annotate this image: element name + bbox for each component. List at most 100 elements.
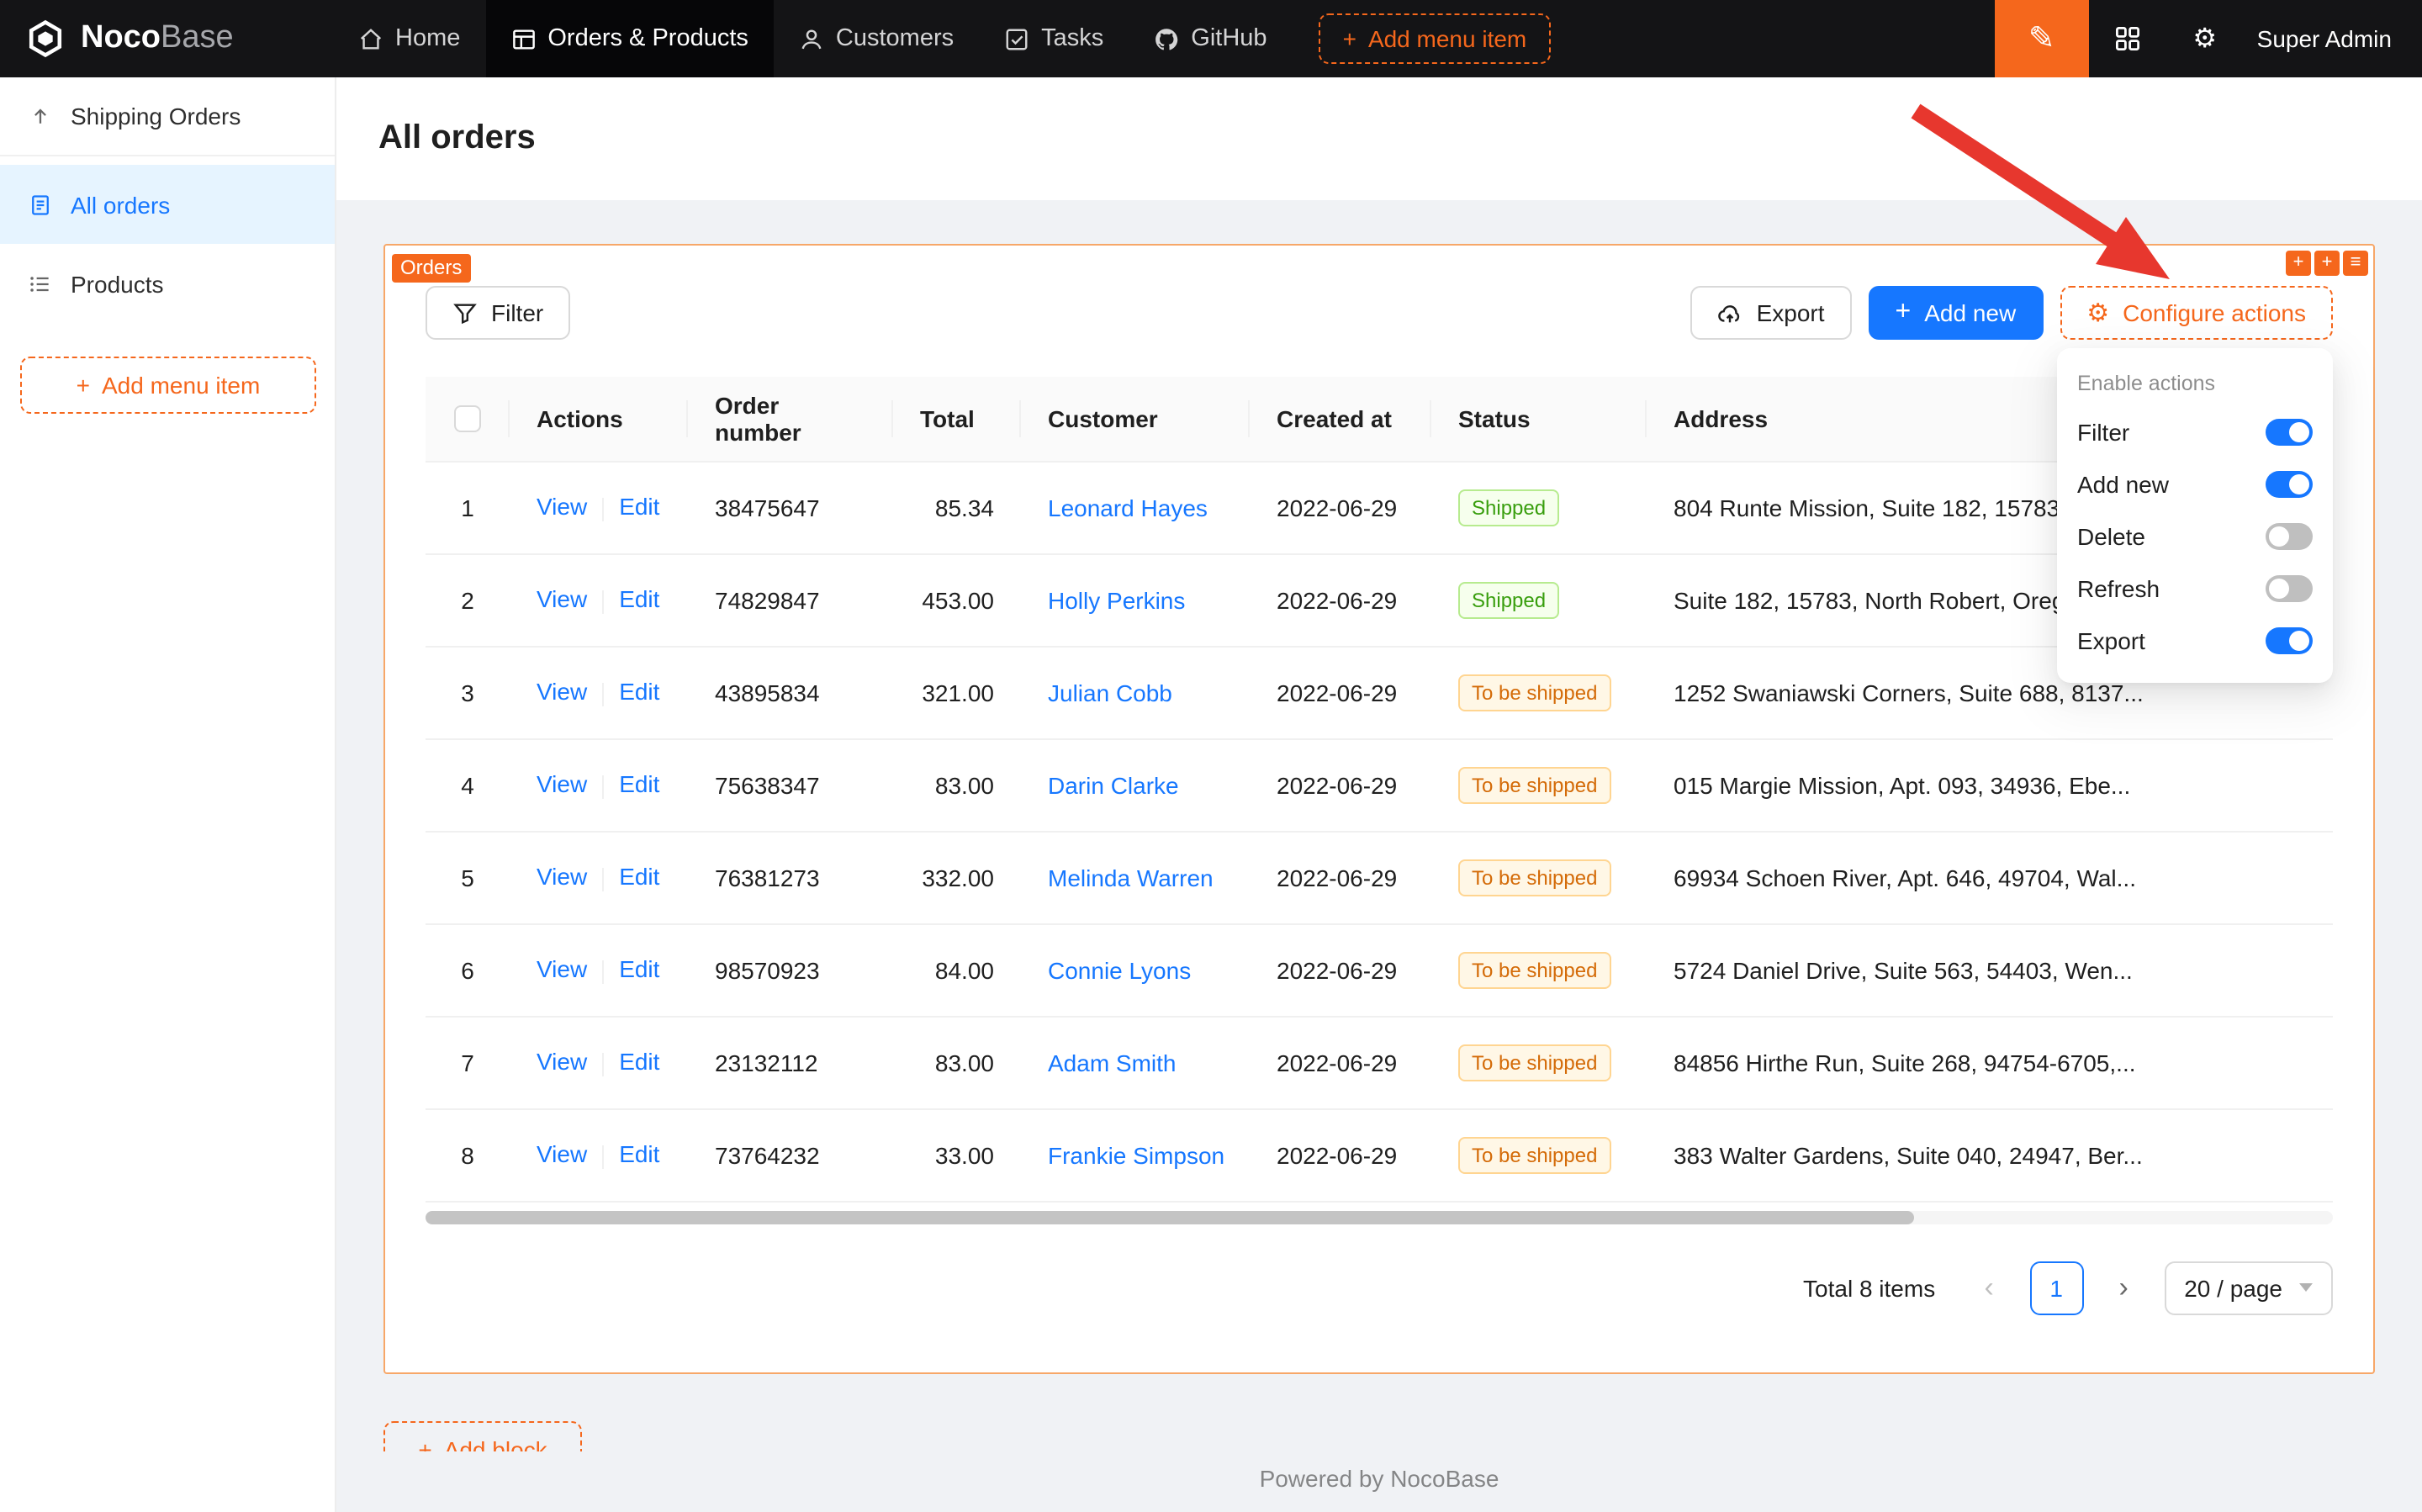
customer-link[interactable]: Holly Perkins <box>1048 586 1185 613</box>
enable-actions-dropdown: Enable actions Filter Add new Delete <box>2057 348 2333 683</box>
view-link[interactable]: View <box>537 1049 587 1076</box>
total-cell: 84.00 <box>893 923 1021 1016</box>
scrollbar-thumb[interactable] <box>426 1210 1913 1224</box>
row-index[interactable]: 7 <box>426 1016 510 1108</box>
sidebar-item-products[interactable]: Products <box>0 244 335 323</box>
row-index[interactable]: 2 <box>426 553 510 646</box>
nav-item-home[interactable]: Home <box>333 0 485 77</box>
nav-item-label: Home <box>395 25 460 52</box>
edit-link[interactable]: Edit <box>619 771 659 798</box>
status-cell: To be shipped <box>1431 738 1647 831</box>
nav-item-tasks[interactable]: Tasks <box>979 0 1129 77</box>
edit-link[interactable]: Edit <box>619 586 659 613</box>
row-index[interactable]: 4 <box>426 738 510 831</box>
dropdown-item[interactable]: Export <box>2077 614 2313 666</box>
created-at-cell: 2022-06-29 <box>1250 461 1431 553</box>
nocobase-logo[interactable]: NocoBase <box>0 0 333 77</box>
block-drag-tag[interactable]: Orders <box>392 254 470 283</box>
next-page-button[interactable]: › <box>2097 1261 2150 1314</box>
arrow-up-icon <box>29 104 52 128</box>
page-number-button[interactable]: 1 <box>2029 1261 2083 1314</box>
dropdown-item[interactable]: Delete <box>2077 510 2313 562</box>
block-add-column-icon[interactable]: + <box>2314 251 2340 276</box>
edit-link[interactable]: Edit <box>619 1141 659 1168</box>
footer-text: Powered by NocoBase <box>336 1465 2422 1492</box>
customer-link[interactable]: Frankie Simpson <box>1048 1141 1224 1168</box>
status-cell: Shipped <box>1431 461 1647 553</box>
block-designer-icons: + + ≡ <box>2286 251 2368 276</box>
view-link[interactable]: View <box>537 864 587 891</box>
prev-page-button[interactable]: ‹ <box>1962 1261 2016 1314</box>
order-number-cell: 23132112 <box>688 1016 893 1108</box>
toolbar-right: Export + Add new ⚙ Configure actions <box>1691 286 2333 340</box>
row-index[interactable]: 3 <box>426 646 510 738</box>
edit-link[interactable]: Edit <box>619 494 659 521</box>
total-cell: 321.00 <box>893 646 1021 738</box>
row-index[interactable]: 1 <box>426 461 510 553</box>
edit-link[interactable]: Edit <box>619 679 659 706</box>
user-menu[interactable]: Super Admin <box>2244 0 2422 77</box>
row-actions-cell: View Edit <box>510 738 688 831</box>
view-link[interactable]: View <box>537 679 587 706</box>
sidebar-add-menu-item-button[interactable]: + Add menu item <box>20 357 316 414</box>
sidebar-item-label: Shipping Orders <box>71 103 241 130</box>
filter-button[interactable]: Filter <box>426 286 570 340</box>
settings-button[interactable]: ⚙ <box>2166 0 2244 77</box>
view-link[interactable]: View <box>537 1141 587 1168</box>
customer-link[interactable]: Melinda Warren <box>1048 864 1214 891</box>
customer-link[interactable]: Leonard Hayes <box>1048 494 1208 521</box>
view-link[interactable]: View <box>537 771 587 798</box>
nav-item-customers[interactable]: Customers <box>774 0 979 77</box>
status-badge: To be shipped <box>1458 951 1610 988</box>
dropdown-item[interactable]: Filter <box>2077 405 2313 457</box>
add-block-button[interactable]: + Add block <box>383 1421 582 1451</box>
status-badge: To be shipped <box>1458 1044 1610 1081</box>
add-new-button[interactable]: + Add new <box>1869 286 2044 340</box>
export-button[interactable]: Export <box>1691 286 1852 340</box>
nav-add-menu-item-button[interactable]: + Add menu item <box>1319 13 1551 64</box>
toggle-switch[interactable] <box>2266 470 2313 497</box>
row-index[interactable]: 8 <box>426 1108 510 1201</box>
switch-knob <box>2289 630 2309 650</box>
nav-add-menu-item-label: Add menu item <box>1368 25 1526 52</box>
view-link[interactable]: View <box>537 586 587 613</box>
block-add-icon[interactable]: + <box>2286 251 2311 276</box>
page-size-select[interactable]: 20 / page <box>2164 1261 2333 1314</box>
edit-link[interactable]: Edit <box>619 1049 659 1076</box>
page-title: All orders <box>378 119 536 158</box>
nav-item-orders-products[interactable]: Orders & Products <box>485 0 774 77</box>
row-index[interactable]: 6 <box>426 923 510 1016</box>
block-settings-menu-icon[interactable]: ≡ <box>2343 251 2368 276</box>
select-all-checkbox[interactable] <box>454 406 481 433</box>
edit-link[interactable]: Edit <box>619 956 659 983</box>
customer-cell: Leonard Hayes <box>1021 461 1250 553</box>
toggle-switch[interactable] <box>2266 626 2313 653</box>
nav-item-github[interactable]: GitHub <box>1129 0 1292 77</box>
customer-link[interactable]: Connie Lyons <box>1048 956 1191 983</box>
app-root: NocoBase Home Orders & Products Customer… <box>0 0 2422 1512</box>
total-cell: 332.00 <box>893 831 1021 923</box>
row-index[interactable]: 5 <box>426 831 510 923</box>
customer-link[interactable]: Darin Clarke <box>1048 771 1179 798</box>
chevron-down-icon <box>2299 1283 2313 1292</box>
dropdown-item[interactable]: Refresh <box>2077 562 2313 614</box>
toggle-switch[interactable] <box>2266 522 2313 549</box>
view-link[interactable]: View <box>537 494 587 521</box>
plugin-manager-button[interactable] <box>2089 0 2166 77</box>
ui-editor-button[interactable]: ✎ <box>1995 0 2089 77</box>
dropdown-item-label: Add new <box>2077 470 2169 497</box>
customer-cell: Darin Clarke <box>1021 738 1250 831</box>
toggle-switch[interactable] <box>2266 574 2313 601</box>
customer-cell: Frankie Simpson <box>1021 1108 1250 1201</box>
edit-link[interactable]: Edit <box>619 864 659 891</box>
switch-knob <box>2289 473 2309 494</box>
sidebar-item-all-orders[interactable]: All orders <box>0 165 335 244</box>
configure-actions-button[interactable]: ⚙ Configure actions <box>2060 286 2333 340</box>
sidebar-item-shipping-orders[interactable]: Shipping Orders <box>0 77 335 156</box>
customer-link[interactable]: Adam Smith <box>1048 1049 1177 1076</box>
address-cell: 015 Margie Mission, Apt. 093, 34936, Ebe… <box>1647 738 2333 831</box>
dropdown-item[interactable]: Add new <box>2077 457 2313 510</box>
toggle-switch[interactable] <box>2266 418 2313 445</box>
customer-link[interactable]: Julian Cobb <box>1048 679 1172 706</box>
view-link[interactable]: View <box>537 956 587 983</box>
